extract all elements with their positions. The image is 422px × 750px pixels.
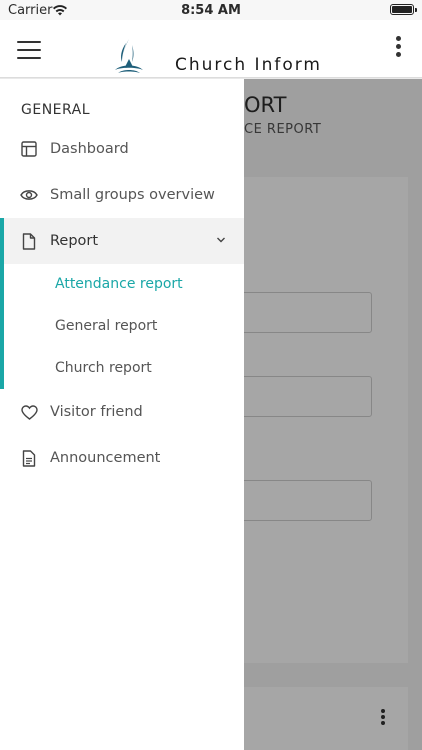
nav-item-visitor-friend[interactable]: Visitor friend [0,389,244,435]
nav-item-dashboard[interactable]: Dashboard [0,126,244,172]
more-vert-icon[interactable] [394,36,402,62]
status-bar: Carrier 8:54 AM [0,0,422,20]
app-title: Church Inform [175,55,322,75]
document-icon [20,449,38,467]
nav-label: Report [50,233,99,249]
church-logo-icon [115,39,143,73]
hamburger-menu-icon[interactable] [17,41,41,59]
nav-label: Visitor friend [50,404,143,420]
nav-item-announcement[interactable]: Announcement [0,435,244,481]
navigation-drawer: GENERAL Dashboard Small groups overview … [0,79,244,750]
chevron-down-icon[interactable] [216,235,226,245]
app-header: Church Inform [0,20,422,78]
heart-icon [20,403,38,421]
nav-label: Small groups overview [50,187,215,203]
file-icon [20,232,38,250]
dashboard-icon [20,140,38,158]
nav-item-small-groups[interactable]: Small groups overview [0,172,244,218]
active-section-indicator [0,218,4,389]
battery-icon [390,4,417,15]
nav-label: Dashboard [50,141,129,157]
section-label-general: GENERAL [21,102,91,118]
nav-label: Announcement [50,450,161,466]
subnav-item-general-report[interactable]: General report [55,318,157,334]
clock: 8:54 AM [181,3,241,18]
nav-item-report[interactable]: Report [0,218,244,264]
eye-icon [20,186,38,204]
subnav-item-attendance-report[interactable]: Attendance report [55,276,183,292]
subnav-item-church-report[interactable]: Church report [55,360,152,376]
